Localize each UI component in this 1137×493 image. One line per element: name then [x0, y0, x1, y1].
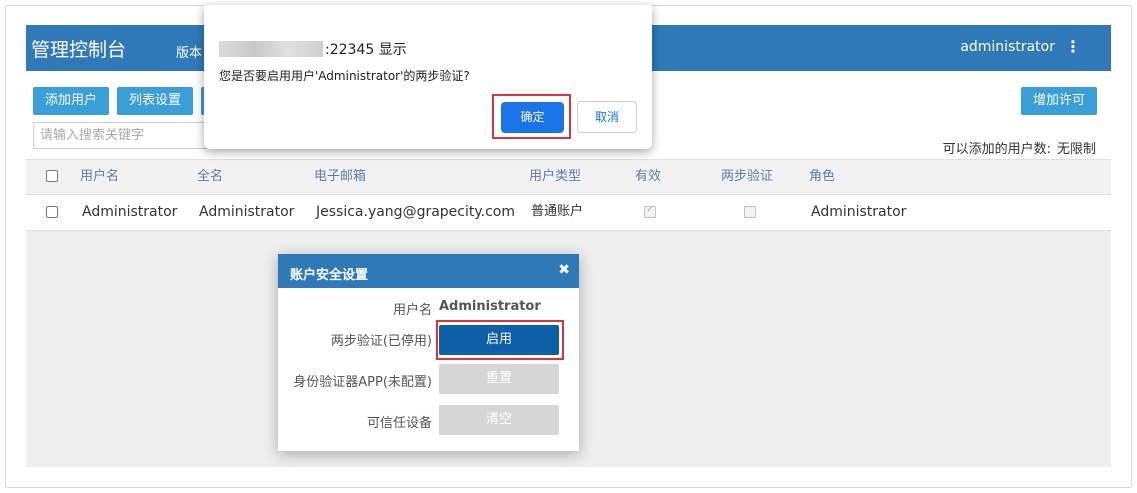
row-two-step-checkbox — [744, 206, 756, 218]
confirm-dialog: :22345 显示 您是否要启用用户'Administrator'的两步验证? … — [204, 5, 652, 149]
row-valid-checkbox — [644, 204, 656, 218]
list-settings-button[interactable]: 列表设置 — [117, 87, 193, 115]
column-fullname[interactable]: 全名 — [197, 160, 223, 194]
column-type[interactable]: 用户类型 — [529, 160, 581, 194]
username-value: Administrator — [439, 299, 541, 314]
user-limit-label: 可以添加的用户数: — [942, 142, 1051, 157]
reset-authenticator-button[interactable]: 重置 — [439, 364, 559, 394]
trusted-devices-label: 可信任设备 — [366, 416, 432, 431]
clear-trusted-devices-button[interactable]: 清空 — [439, 405, 559, 435]
version-label: 版本 — [176, 46, 203, 61]
close-icon[interactable]: ✖ — [558, 262, 570, 278]
row-checkbox[interactable] — [46, 206, 58, 218]
column-username[interactable]: 用户名 — [80, 160, 119, 194]
ok-button[interactable]: 确定 — [501, 102, 564, 133]
column-two-step[interactable]: 两步验证 — [721, 160, 773, 194]
two-step-label: 两步验证(已停用) — [330, 334, 432, 349]
column-valid[interactable]: 有效 — [635, 160, 661, 194]
user-limit: 可以添加的用户数: 无限制 — [937, 138, 1096, 157]
table-header: 用户名 全名 电子邮箱 用户类型 有效 两步验证 角色 — [26, 159, 1111, 195]
username-label: 用户名 — [392, 303, 432, 318]
add-license-button[interactable]: 增加许可 — [1021, 87, 1097, 115]
table-row[interactable]: Administrator Administrator Jessica.yang… — [26, 195, 1111, 231]
account-security-modal: 账户安全设置 ✖ 用户名 Administrator 两步验证(已停用) 启用 … — [278, 254, 579, 451]
modal-title: 账户安全设置 — [290, 268, 369, 283]
row-type: 普通账户 — [531, 204, 584, 219]
row-email: Jessica.yang@grapecity.com — [316, 204, 516, 220]
current-user[interactable]: administrator — [960, 39, 1055, 55]
blurred-host — [219, 41, 323, 57]
dialog-origin: :22345 显示 — [325, 42, 407, 58]
cancel-button[interactable]: 取消 — [577, 101, 637, 133]
user-limit-value: 无限制 — [1056, 142, 1096, 157]
modal-header: 账户安全设置 ✖ — [278, 254, 579, 288]
app-title: 管理控制台 — [31, 39, 127, 61]
dialog-message: 您是否要启用用户'Administrator'的两步验证? — [219, 69, 470, 83]
search-input[interactable]: 请输入搜索关键字 — [33, 122, 208, 149]
select-all-checkbox[interactable] — [46, 170, 58, 182]
row-username: Administrator — [82, 204, 178, 220]
row-role: Administrator — [811, 204, 907, 220]
enable-two-step-button[interactable]: 启用 — [439, 325, 559, 355]
add-user-button[interactable]: 添加用户 — [33, 87, 109, 115]
column-role[interactable]: 角色 — [809, 160, 835, 194]
row-fullname: Administrator — [199, 204, 295, 220]
more-vert-icon[interactable]: ⋮ — [1065, 37, 1081, 56]
authenticator-label: 身份验证器APP(未配置) — [293, 375, 432, 390]
column-email[interactable]: 电子邮箱 — [314, 160, 366, 194]
